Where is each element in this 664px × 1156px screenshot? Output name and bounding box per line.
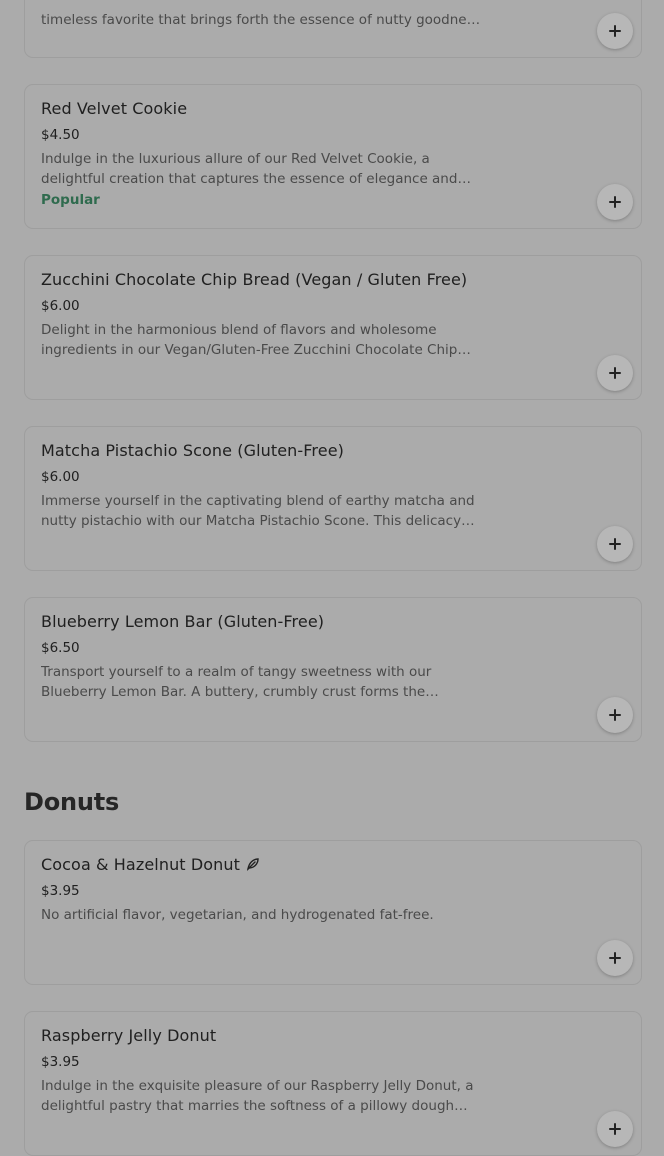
- item-price: $3.95: [41, 1054, 80, 1070]
- item-description: No artificial flavor, vegetarian, and hy…: [41, 907, 434, 923]
- item-price: $3.95: [41, 883, 80, 899]
- item-name-text: Cocoa & Hazelnut Donut: [41, 855, 241, 874]
- item-description: Delight in the harmonious blend of flavo…: [41, 322, 458, 358]
- item-price: $4.50: [41, 127, 80, 143]
- add-item-button[interactable]: [597, 1111, 633, 1147]
- plus-icon: [609, 25, 621, 37]
- menu-item-card[interactable]: Red Velvet Cookie $4.50 Indulge in the l…: [24, 84, 642, 229]
- item-name: Red Velvet Cookie: [41, 99, 188, 118]
- item-price: $6.00: [41, 469, 80, 485]
- add-item-button[interactable]: [597, 697, 633, 733]
- plus-icon: [609, 709, 621, 721]
- menu-item-card[interactable]: Zucchini Chocolate Chip Bread (Vegan / G…: [24, 255, 642, 400]
- plus-icon: [609, 538, 621, 550]
- item-description: timeless favorite that brings forth the …: [41, 12, 481, 28]
- section-title-donuts: Donuts: [24, 788, 120, 816]
- item-name: Zucchini Chocolate Chip Bread (Vegan / G…: [41, 270, 468, 289]
- plus-icon: [609, 367, 621, 379]
- item-price: $6.50: [41, 640, 80, 656]
- menu-item-card[interactable]: timeless favorite that brings forth the …: [24, 0, 642, 58]
- menu-item-card[interactable]: Blueberry Lemon Bar (Gluten-Free) $6.50 …: [24, 597, 642, 742]
- plus-icon: [609, 1123, 621, 1135]
- item-name: Matcha Pistachio Scone (Gluten-Free): [41, 441, 344, 460]
- item-name: Blueberry Lemon Bar (Gluten-Free): [41, 612, 325, 631]
- item-name: Cocoa & Hazelnut Donut: [41, 855, 260, 874]
- menu-item-card[interactable]: Raspberry Jelly Donut $3.95 Indulge in t…: [24, 1011, 642, 1156]
- add-item-button[interactable]: [597, 526, 633, 562]
- add-item-button[interactable]: [597, 13, 633, 49]
- item-price: $6.00: [41, 298, 80, 314]
- item-description: Indulge in the luxurious allure of our R…: [41, 151, 458, 187]
- menu-item-card[interactable]: Matcha Pistachio Scone (Gluten-Free) $6.…: [24, 426, 642, 571]
- plus-icon: [609, 196, 621, 208]
- item-name: Raspberry Jelly Donut: [41, 1026, 217, 1045]
- add-item-button[interactable]: [597, 355, 633, 391]
- leaf-icon: [246, 857, 259, 871]
- menu-item-card[interactable]: Cocoa & Hazelnut Donut $3.95 No artifici…: [24, 840, 642, 985]
- item-description: Transport yourself to a realm of tangy s…: [41, 664, 432, 700]
- add-item-button[interactable]: [597, 184, 633, 220]
- item-description: Immerse yourself in the captivating blen…: [41, 493, 475, 529]
- item-description: Indulge in the exquisite pleasure of our…: [41, 1078, 474, 1114]
- popular-badge: Popular: [41, 192, 100, 208]
- add-item-button[interactable]: [597, 940, 633, 976]
- plus-icon: [609, 952, 621, 964]
